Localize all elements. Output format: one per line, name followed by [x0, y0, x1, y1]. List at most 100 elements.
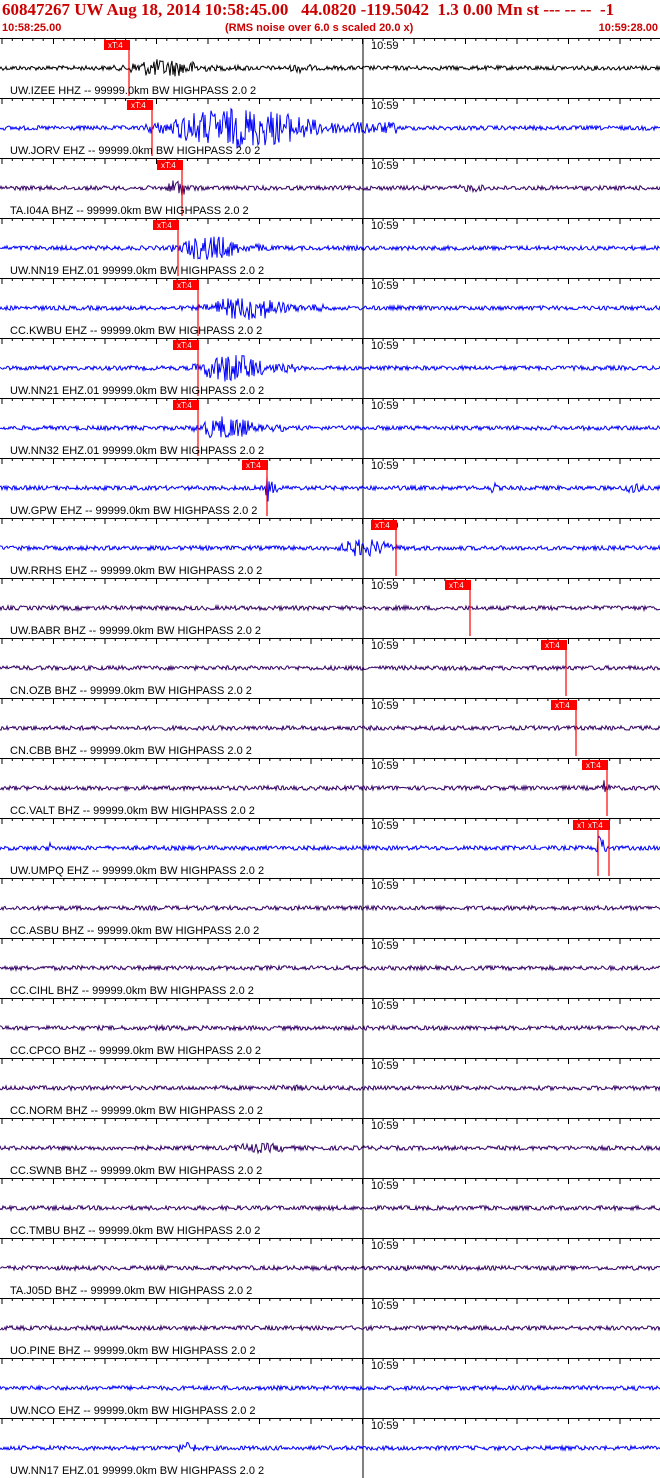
trace-row: 10:59 xT:4 UW.NN19 EHZ.01 99999.0km BW HIG… [0, 218, 660, 278]
waveform [0, 835, 660, 853]
start-time: 10:58:25.00 [2, 22, 62, 34]
minute-label: 10:59 [371, 1180, 399, 1192]
minute-label: 10:59 [371, 1360, 399, 1372]
station-label: UW.RRHS EHZ -- 99999.0km BW HIGHPASS 2.0… [10, 565, 262, 577]
minute-label: 10:59 [371, 220, 399, 232]
waveform [0, 107, 660, 148]
station-label: UW.IZEE HHZ -- 99999.0km BW HIGHPASS 2.0… [10, 85, 256, 97]
minute-label: 10:59 [371, 1120, 399, 1132]
minute-label: 10:59 [371, 460, 399, 472]
pick-label: xT:4 [375, 521, 390, 530]
trace-row: 10:59 CC.ASBU BHZ -- 99999.0km BW HIGHPAS… [0, 878, 660, 938]
trace-row: 10:59 UW.NCO EHZ -- 99999.0km BW HIGHPASS… [0, 1358, 660, 1418]
trace-row: 10:59 xT:4 UW.BABR BHZ -- 99999.0km BW HIG… [0, 578, 660, 638]
pick-label: xT:4 [177, 401, 192, 410]
pick-label: xT:4 [177, 281, 192, 290]
station-label: UW.NN32 EHZ.01 99999.0km BW HIGHPASS 2.0… [10, 445, 264, 457]
minute-label: 10:59 [371, 1300, 399, 1312]
trace-row: 10:59 xT:4 UW.NN21 EHZ.01 99999.0km BW HIG… [0, 338, 660, 398]
waveform [0, 354, 660, 382]
trace-row: 10:59 xT:4 CN.CBB BHZ -- 99999.0km BW HIGH… [0, 698, 660, 758]
trace-row: 10:59 UO.PINE BHZ -- 99999.0km BW HIGHPAS… [0, 1298, 660, 1358]
trace-row: 10:59 xT:4 UW.JORV EHZ -- 99999.0km BW HIG… [0, 98, 660, 158]
event-title: 60847267 UW Aug 18, 2014 10:58:45.00 44.… [2, 0, 615, 19]
minute-label: 10:59 [371, 1060, 399, 1072]
trace-row: 10:59 xT:4 CN.OZB BHZ -- 99999.0km BW HIGH… [0, 638, 660, 698]
trace-row: 10:59 CC.CIHL BHZ -- 99999.0km BW HIGHPAS… [0, 938, 660, 998]
trace-row: 10:59xT:4UW.RRHS EHZ -- 99999.0km BW HIG… [0, 518, 660, 578]
trace-row: 10:59 xT:4 TA.I04A BHZ -- 99999.0km BW HIG… [0, 158, 660, 218]
pick-label: xT:4 [586, 761, 601, 770]
minute-label: 10:59 [371, 1420, 399, 1432]
station-label: UO.PINE BHZ -- 99999.0km BW HIGHPASS 2.0… [10, 1345, 256, 1357]
waveform [0, 1441, 660, 1453]
minute-label: 10:59 [371, 340, 399, 352]
waveform [0, 664, 660, 672]
waveform [0, 1023, 660, 1032]
minute-label: 10:59 [371, 280, 399, 292]
station-label: CC.CPCO BHZ -- 99999.0km BW HIGHPASS 2.0… [10, 1045, 261, 1057]
pick-label: xT:4 [161, 161, 176, 170]
trace-row: 10:59 xT:4 UW.GPW EHZ -- 99999.0km BW HIGH… [0, 458, 660, 518]
waveform [0, 236, 660, 260]
trace-row: 10:59 xT:4 UW.NN32 EHZ.01 99999.0km BW HIG… [0, 398, 660, 458]
trace-row: 10:59 CC.NORM BHZ -- 99999.0km BW HIGHPAS… [0, 1058, 660, 1118]
waveform [0, 603, 660, 613]
station-label: UW.BABR BHZ -- 99999.0km BW HIGHPASS 2.0… [10, 625, 261, 637]
minute-label: 10:59 [371, 760, 399, 772]
station-label: CC.CIHL BHZ -- 99999.0km BW HIGHPASS 2.0… [10, 985, 254, 997]
pick-label: xT:4 [246, 461, 261, 470]
station-label: CC.NORM BHZ -- 99999.0km BW HIGHPASS 2.0… [10, 1105, 263, 1117]
waveform [0, 1263, 660, 1273]
trace-row: 10:59 xT:4 UW.IZEE HHZ -- 99999.0km BW HIG… [0, 38, 660, 98]
station-label: CC.SWNB BHZ -- 99999.0km BW HIGHPASS 2.0… [10, 1165, 262, 1177]
waveform [0, 1204, 660, 1213]
minute-label: 10:59 [371, 160, 399, 172]
waveform [0, 1142, 660, 1155]
pick-label: xT:4 [131, 101, 146, 110]
waveform [0, 1323, 660, 1333]
station-label: CC.TMBU BHZ -- 99999.0km BW HIGHPASS 2.0… [10, 1225, 260, 1237]
waveform [0, 724, 660, 732]
waveform [0, 180, 660, 196]
minute-label: 10:59 [371, 40, 399, 52]
pick-label: xT:4 [177, 341, 192, 350]
station-label: UW.NN17 EHZ.01 99999.0km BW HIGHPASS 2.0… [10, 1465, 264, 1477]
pick-label: xT:4 [108, 41, 123, 50]
trace-row: 10:59 UW.NN17 EHZ.01 99999.0km BW HIGHPAS… [0, 1418, 660, 1478]
waveform [0, 1384, 660, 1392]
trace-row: 10:59xT:4xT:4UW.UMPQ EHZ -- 99999.0km BW… [0, 818, 660, 878]
waveform [0, 59, 660, 77]
minute-label: 10:59 [371, 700, 399, 712]
waveform [0, 780, 660, 793]
station-label: TA.J05D BHZ -- 99999.0km BW HIGHPASS 2.0… [10, 1285, 252, 1297]
waveform [0, 1084, 660, 1092]
station-label: CC.ASBU BHZ -- 99999.0km BW HIGHPASS 2.0… [10, 925, 259, 937]
station-label: TA.I04A BHZ -- 99999.0km BW HIGHPASS 2.0… [10, 205, 249, 217]
seismogram-panel: 10:59 xT:4 UW.IZEE HHZ -- 99999.0km BW HIG… [0, 38, 660, 1478]
station-label: UW.NN21 EHZ.01 99999.0km BW HIGHPASS 2.0… [10, 385, 264, 397]
trace-row: 10:59 CC.CPCO BHZ -- 99999.0km BW HIGHPAS… [0, 998, 660, 1058]
minute-label: 10:59 [371, 820, 399, 832]
rms-note: (RMS noise over 6.0 s scaled 20.0 x) [225, 22, 414, 34]
minute-label: 10:59 [371, 580, 399, 592]
minute-label: 10:59 [371, 880, 399, 892]
minute-label: 10:59 [371, 100, 399, 112]
time-range-row: 10:58:25.00 (RMS noise over 6.0 s scaled… [0, 20, 660, 36]
minute-label: 10:59 [371, 640, 399, 652]
station-label: CC.KWBU EHZ -- 99999.0km BW HIGHPASS 2.0… [10, 325, 262, 337]
waveform [0, 964, 660, 973]
station-label: UW.JORV EHZ -- 99999.0km BW HIGHPASS 2.0… [10, 145, 260, 157]
station-label: UW.UMPQ EHZ -- 99999.0km BW HIGHPASS 2.0… [10, 865, 264, 877]
waveform [0, 298, 660, 320]
pick-label: xT:4 [157, 221, 172, 230]
station-label: UW.GPW EHZ -- 99999.0km BW HIGHPASS 2.0 … [10, 505, 257, 517]
pick-label: xT:4 [449, 581, 464, 590]
end-time: 10:59:28.00 [598, 22, 658, 34]
record-header: 60847267 UW Aug 18, 2014 10:58:45.00 44.… [0, 0, 660, 38]
station-label: CC.VALT BHZ -- 99999.0km BW HIGHPASS 2.0… [10, 805, 255, 817]
waveform [0, 904, 660, 913]
station-label: CN.CBB BHZ -- 99999.0km BW HIGHPASS 2.0 … [10, 745, 252, 757]
station-label: UW.NN19 EHZ.01 99999.0km BW HIGHPASS 2.0… [10, 265, 264, 277]
station-label: CN.OZB BHZ -- 99999.0km BW HIGHPASS 2.0 … [10, 685, 252, 697]
